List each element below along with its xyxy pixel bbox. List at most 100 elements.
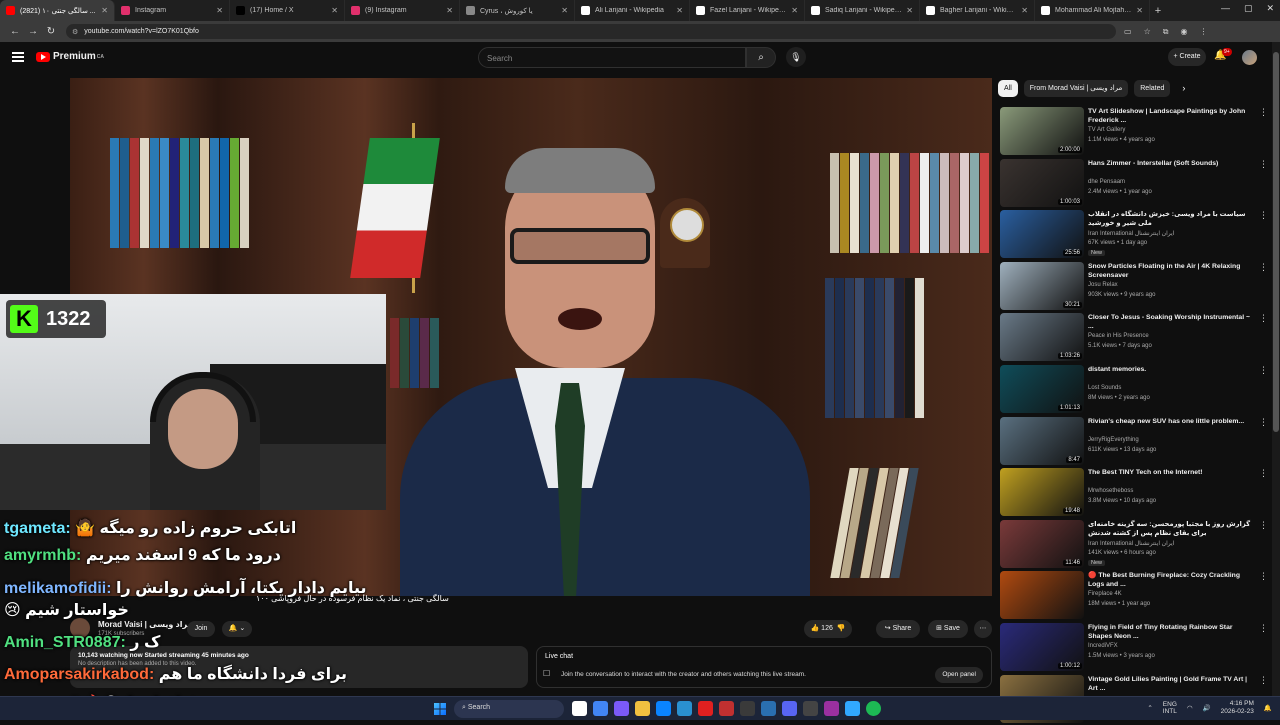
avatar[interactable] <box>1242 50 1257 65</box>
video-thumbnail[interactable]: 30:21 <box>1000 261 1084 310</box>
tab-close-icon[interactable]: ✕ <box>791 6 798 15</box>
channel-name[interactable]: Josu Relax <box>1088 282 1118 288</box>
youtube-logo[interactable]: Premium CA <box>36 51 104 62</box>
minimize-icon[interactable]: — <box>1221 3 1230 14</box>
channel-name[interactable]: Mrwhosetheboss <box>1088 488 1133 494</box>
spotify-icon[interactable] <box>866 701 881 716</box>
channel-name[interactable]: Iran International ایران اینترنشنال <box>1088 230 1174 237</box>
more-options-icon[interactable]: ⋮ <box>1259 313 1268 324</box>
recommended-video[interactable]: 25:56 سیاست با مراد ویسی: خیزش دانشگاه در… <box>998 210 1270 260</box>
video-thumbnail[interactable]: 19:48 <box>1000 468 1084 517</box>
more-options-icon[interactable]: ⋮ <box>1259 365 1268 376</box>
video-thumbnail[interactable]: 25:56 <box>1000 210 1084 259</box>
save-button[interactable]: ⊞ Save <box>928 620 968 638</box>
channel-name[interactable]: TV Art Gallery <box>1088 127 1125 133</box>
recommended-video[interactable]: 1:00:03 Hans Zimmer - Interstellar (Soft … <box>998 158 1270 209</box>
browser-tab[interactable]: Cyrus ، یا کوروش ✕ <box>460 0 575 21</box>
more-options-icon[interactable]: ⋮ <box>1259 468 1268 479</box>
video-title[interactable]: The Best TINY Tech on the Internet! <box>1088 468 1256 477</box>
browser-tab[interactable]: Fazel Larijani - Wikipedia ✕ <box>690 0 805 21</box>
video-thumbnail[interactable]: 1:03:26 <box>1000 313 1084 362</box>
cast-icon[interactable]: ▭ <box>1124 27 1132 37</box>
photoshop-icon[interactable] <box>845 701 860 716</box>
recommended-video[interactable]: 🔴 The Best Burning Fireplace: Cozy Crack… <box>998 571 1270 621</box>
app-icon[interactable] <box>614 701 629 716</box>
wifi-icon[interactable]: ◠ <box>1187 704 1193 712</box>
browser-tab[interactable]: Ali Larijani - Wikipedia ✕ <box>575 0 690 21</box>
video-thumbnail[interactable]: 1:00:03 <box>1000 158 1084 207</box>
more-options-icon[interactable]: ⋮ <box>1259 159 1268 170</box>
tab-close-icon[interactable]: ✕ <box>1136 6 1143 15</box>
new-tab-icon[interactable]: + <box>1150 5 1166 17</box>
outlook-icon[interactable] <box>677 701 692 716</box>
video-thumbnail[interactable]: 1:00:12 <box>1000 623 1084 671</box>
start-button-icon[interactable] <box>434 703 446 715</box>
recommended-video[interactable]: 8:47 Rivian's cheap new SUV has one littl… <box>998 416 1270 467</box>
task-view-icon[interactable] <box>572 701 587 716</box>
volume-icon[interactable]: 🔊 <box>1203 704 1211 712</box>
video-title[interactable]: گزارش روز با مجتبا پورمحسن: سه گزینه خام… <box>1088 520 1256 538</box>
filter-chip[interactable]: Related <box>1134 80 1171 97</box>
create-button[interactable]: + Create <box>1168 48 1206 66</box>
menu-dots-icon[interactable]: ⋮ <box>1199 27 1207 37</box>
reload-icon[interactable]: ↻ <box>42 26 60 37</box>
tab-close-icon[interactable]: ✕ <box>906 6 913 15</box>
browser-tab[interactable]: Bagher Larijani - Wikipedia ✕ <box>920 0 1035 21</box>
video-title[interactable]: Closer To Jesus - Soaking Worship Instru… <box>1088 313 1256 331</box>
maximize-icon[interactable]: ▢ <box>1244 3 1253 14</box>
video-title[interactable]: Flying in Field of Tiny Rotating Rainbow… <box>1088 623 1256 641</box>
channel-name[interactable]: Lost Sounds <box>1088 385 1121 391</box>
extensions-icon[interactable]: ⧉ <box>1163 27 1169 37</box>
app-icon[interactable] <box>824 701 839 716</box>
video-title[interactable]: Rivian's cheap new SUV has one little pr… <box>1088 417 1256 426</box>
video-title[interactable]: distant memories. <box>1088 365 1256 374</box>
youtube-app-icon[interactable] <box>698 701 713 716</box>
search-icon[interactable]: ⌕ <box>746 47 776 68</box>
clock[interactable]: 4:16 PM 2026-02-23 <box>1221 700 1254 716</box>
video-thumbnail[interactable]: 2:00:00 <box>1000 107 1084 155</box>
video-title[interactable]: TV Art Slideshow | Landscape Paintings b… <box>1088 107 1256 125</box>
tab-close-icon[interactable]: ✕ <box>676 6 683 15</box>
tab-close-icon[interactable]: ✕ <box>446 6 453 15</box>
subscription-bell-icon[interactable]: 🔔 ⌄ <box>222 621 252 637</box>
more-options-icon[interactable]: ⋮ <box>1259 520 1268 531</box>
chevron-right-icon[interactable]: › <box>1176 80 1185 98</box>
page-scrollbar[interactable] <box>1272 42 1280 696</box>
profile-icon[interactable]: ◉ <box>1180 27 1187 37</box>
recommended-video[interactable]: 1:01:13 distant memories. Lost Sounds 8M vi… <box>998 365 1270 415</box>
search-input[interactable]: Search <box>478 47 746 68</box>
browser-tab[interactable]: Sadiq Larijani - Wikipedia ✕ <box>805 0 920 21</box>
bookmark-star-icon[interactable]: ☆ <box>1144 27 1151 37</box>
more-options-icon[interactable]: ⋮ <box>1259 262 1268 273</box>
browser-tab[interactable]: Instagram ✕ <box>115 0 230 21</box>
tab-close-icon[interactable]: ✕ <box>216 6 223 15</box>
recommended-video[interactable]: 19:48 The Best TINY Tech on the Internet!… <box>998 468 1270 518</box>
video-thumbnail[interactable]: 1:01:13 <box>1000 365 1084 413</box>
taskbar-search[interactable]: ⌕ Search <box>454 700 564 718</box>
browser-tab[interactable]: Mohammad Ali Mojtahedi - ...✕ <box>1035 0 1150 21</box>
channel-name[interactable]: Peace in His Presence <box>1088 333 1149 339</box>
more-actions-icon[interactable]: ⋯ <box>974 620 992 638</box>
forward-icon[interactable]: → <box>24 26 42 37</box>
channel-name[interactable]: Fireplace 4K <box>1088 591 1122 597</box>
language-indicator[interactable]: ENG INTL <box>1163 701 1177 715</box>
browser-tab[interactable]: (2821) ۱۰ سالگی جنتی ... ✕ <box>0 0 115 21</box>
channel-name[interactable]: dhe Pensaam <box>1088 179 1125 185</box>
hamburger-menu-icon[interactable] <box>12 52 24 62</box>
discord-icon[interactable] <box>782 701 797 716</box>
video-title[interactable]: سیاست با مراد ویسی: خیزش دانشگاه در انقل… <box>1088 210 1256 228</box>
channel-name[interactable]: IncrediVFX <box>1088 643 1118 649</box>
edge-icon[interactable] <box>656 701 671 716</box>
microphone-icon[interactable]: 🎙 <box>786 47 806 67</box>
recommended-video[interactable]: 11:46 گزارش روز با مجتبا پورمحسن: سه گزین… <box>998 519 1270 570</box>
channel-name[interactable]: Iran International ایران اینترنشنال <box>1088 540 1174 547</box>
steam-icon[interactable] <box>761 701 776 716</box>
more-options-icon[interactable]: ⋮ <box>1259 107 1268 118</box>
filter-chip[interactable]: From Morad Vaisi | مراد ویسی <box>1023 80 1129 97</box>
browser-tab[interactable]: (17) Home / X ✕ <box>230 0 345 21</box>
recommended-video[interactable]: 1:00:12 Flying in Field of Tiny Rotating … <box>998 623 1270 673</box>
back-icon[interactable]: ← <box>6 26 24 37</box>
video-title[interactable]: Hans Zimmer - Interstellar (Soft Sounds) <box>1088 159 1256 168</box>
more-options-icon[interactable]: ⋮ <box>1259 623 1268 634</box>
video-thumbnail[interactable]: 8:47 <box>1000 416 1084 465</box>
